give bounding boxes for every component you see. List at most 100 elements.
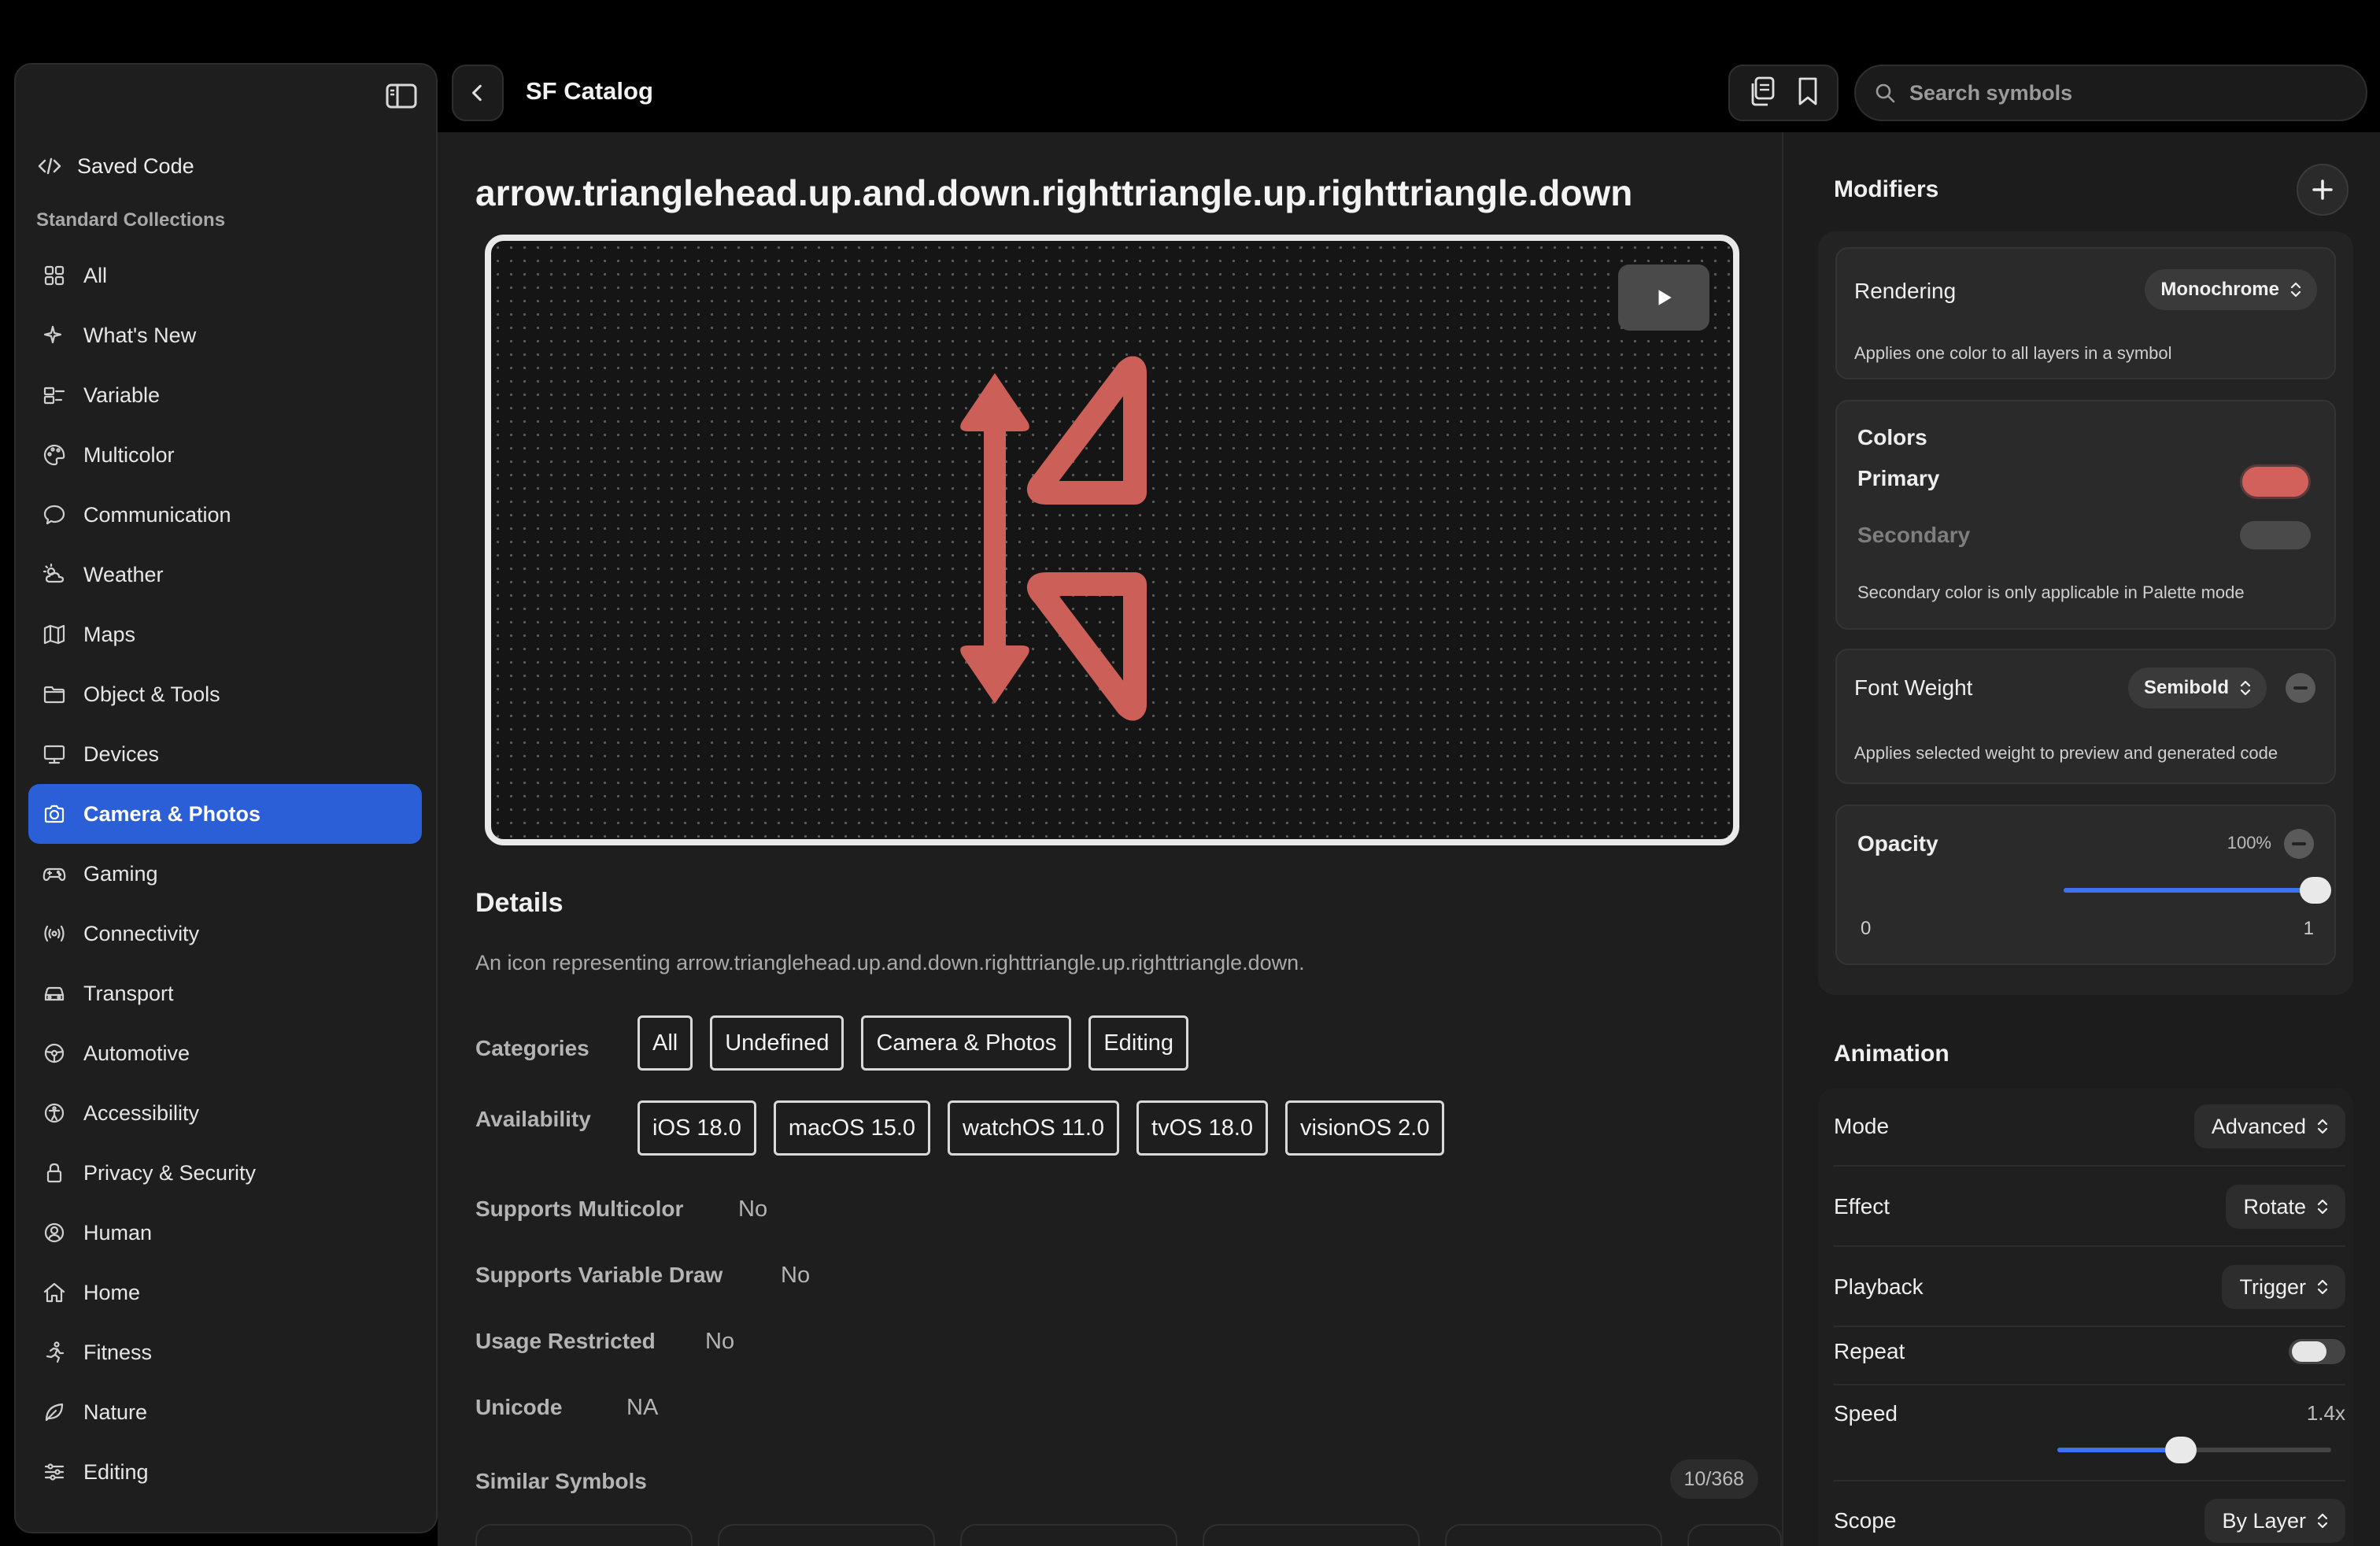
accessibility-icon [41,1100,68,1126]
sidebar-item-weather[interactable]: Weather [28,545,422,605]
sidebar-item-label: Connectivity [83,921,200,945]
sidebar-item-multicolor[interactable]: Multicolor [28,425,422,485]
sidebar-item-label: Accessibility [83,1100,200,1125]
speed-slider[interactable] [2057,1437,2331,1463]
window-top-bar [0,0,2380,52]
availability-chip[interactable]: tvOS 18.0 [1136,1100,1269,1156]
animation-heading: Animation [1834,1041,1949,1067]
similar-symbol-card[interactable] [475,1524,693,1546]
sidebar-item-privacy-security[interactable]: Privacy & Security [28,1143,422,1203]
sidebar-item-object-tools[interactable]: Object & Tools [28,664,422,724]
sidebar-item-maps[interactable]: Maps [28,605,422,664]
sidebar-item-automotive[interactable]: Automotive [28,1023,422,1083]
sidebar-item-camera-photos[interactable]: Camera & Photos [28,784,422,844]
sidebar-item-variable[interactable]: Variable [28,365,422,425]
opacity-slider-thumb[interactable] [2300,877,2331,904]
font-weight-label: Font Weight [1854,675,1973,700]
sidebar-item-what-s-new[interactable]: What's New [28,305,422,365]
sidebar-item-human[interactable]: Human [28,1203,422,1263]
search-bar[interactable] [1854,65,2367,121]
categories-chips: All Undefined Camera & Photos Editing [638,1015,1189,1071]
scope-select[interactable]: By Layer [2204,1499,2345,1543]
remove-font-weight-button[interactable] [2286,673,2315,703]
effect-select[interactable]: Rotate [2226,1185,2345,1229]
house-icon [41,1279,68,1306]
sidebar-item-label: Communication [83,502,231,527]
availability-chips: iOS 18.0 macOS 15.0 watchOS 11.0 tvOS 18.0 v… [638,1100,1445,1156]
opacity-slider[interactable] [2064,877,2331,904]
play-button[interactable] [1618,264,1709,331]
sidebar-item-label: Human [83,1220,153,1245]
repeat-label: Repeat [1834,1339,1905,1363]
similar-symbol-card[interactable] [718,1524,935,1546]
animation-mode-row: Mode Advanced [1834,1088,2345,1167]
font-weight-card: Font Weight Semibold Applies selected we… [1835,649,2336,784]
back-button[interactable] [452,65,504,121]
speed-label: Speed [1834,1401,1898,1426]
animation-effect-row: Effect Rotate [1834,1168,2345,1247]
sidebar-item-devices[interactable]: Devices [28,724,422,784]
lock-icon [41,1160,68,1186]
chevron-up-down-icon [2317,1513,2328,1529]
sidebar-item-fitness[interactable]: Fitness [28,1322,422,1382]
variable-icon [41,382,68,409]
sidebar-item-editing[interactable]: Editing [28,1442,422,1502]
modifiers-heading: Modifiers [1834,176,1939,202]
header-actions [1728,65,1839,121]
rendering-select[interactable]: Monochrome [2145,269,2317,310]
primary-color-label: Primary [1857,466,1940,490]
mode-select[interactable]: Advanced [2193,1104,2345,1148]
primary-color-swatch[interactable] [2240,464,2311,499]
sidebar-item-label: All [83,263,108,287]
sidebar-item-accessibility[interactable]: Accessibility [28,1083,422,1143]
supports-multicolor-value: No [738,1196,768,1222]
speed-value: 1.4x [2306,1401,2345,1425]
symbol-preview [485,235,1739,845]
folder-icon [41,681,68,708]
mode-label: Mode [1834,1114,1890,1138]
sidebar-item-home[interactable]: Home [28,1263,422,1322]
availability-chip[interactable]: watchOS 11.0 [948,1100,1120,1156]
sidebar-item-gaming[interactable]: Gaming [28,844,422,904]
supports-multicolor-label: Supports Multicolor [475,1196,684,1221]
secondary-color-swatch[interactable] [2240,521,2311,549]
playback-label: Playback [1834,1274,1924,1299]
chevron-up-down-icon [2317,1199,2328,1215]
antenna-icon [41,920,68,947]
sidebar-item-connectivity[interactable]: Connectivity [28,904,422,963]
similar-symbol-card[interactable] [1445,1524,1662,1546]
similar-symbol-card[interactable] [960,1524,1177,1546]
availability-label: Availability [475,1107,591,1131]
search-input[interactable] [1909,80,2350,105]
category-chip[interactable]: Undefined [710,1015,844,1071]
availability-chip[interactable]: iOS 18.0 [638,1100,756,1156]
category-chip[interactable]: All [638,1015,693,1071]
sidebar-item-label: Devices [83,742,160,766]
bookmark-icon[interactable] [1797,76,1819,110]
remove-opacity-button[interactable] [2284,829,2314,859]
similar-symbol-card[interactable] [1203,1524,1420,1546]
sidebar-toggle-icon[interactable] [386,82,417,110]
repeat-toggle[interactable] [2289,1339,2345,1364]
sidebar-item-communication[interactable]: Communication [28,485,422,545]
availability-chip[interactable]: visionOS 2.0 [1285,1100,1445,1156]
scope-value: By Layer [2222,1508,2306,1533]
availability-chip[interactable]: macOS 15.0 [773,1100,931,1156]
category-chip[interactable]: Camera & Photos [861,1015,1072,1071]
map-icon [41,621,68,648]
animation-repeat-row: Repeat [1834,1319,2345,1385]
sidebar-item-label: Gaming [83,861,158,886]
similar-count-badge: 10/368 [1669,1459,1758,1499]
saved-code-item[interactable]: Saved Code [36,146,194,186]
sidebar-item-all[interactable]: All [28,246,422,305]
playback-select[interactable]: Trigger [2222,1265,2345,1309]
category-chip[interactable]: Editing [1088,1015,1189,1071]
font-weight-select[interactable]: Semibold [2127,668,2267,708]
sidebar-item-transport[interactable]: Transport [28,963,422,1023]
similar-symbol-card[interactable] [1687,1524,1782,1546]
sidebar-item-nature[interactable]: Nature [28,1382,422,1442]
speed-slider-thumb[interactable] [2164,1437,2197,1463]
sidebar-item-label: Nature [83,1400,148,1424]
copy-icon[interactable] [1749,76,1776,110]
add-modifier-button[interactable] [2297,164,2349,216]
